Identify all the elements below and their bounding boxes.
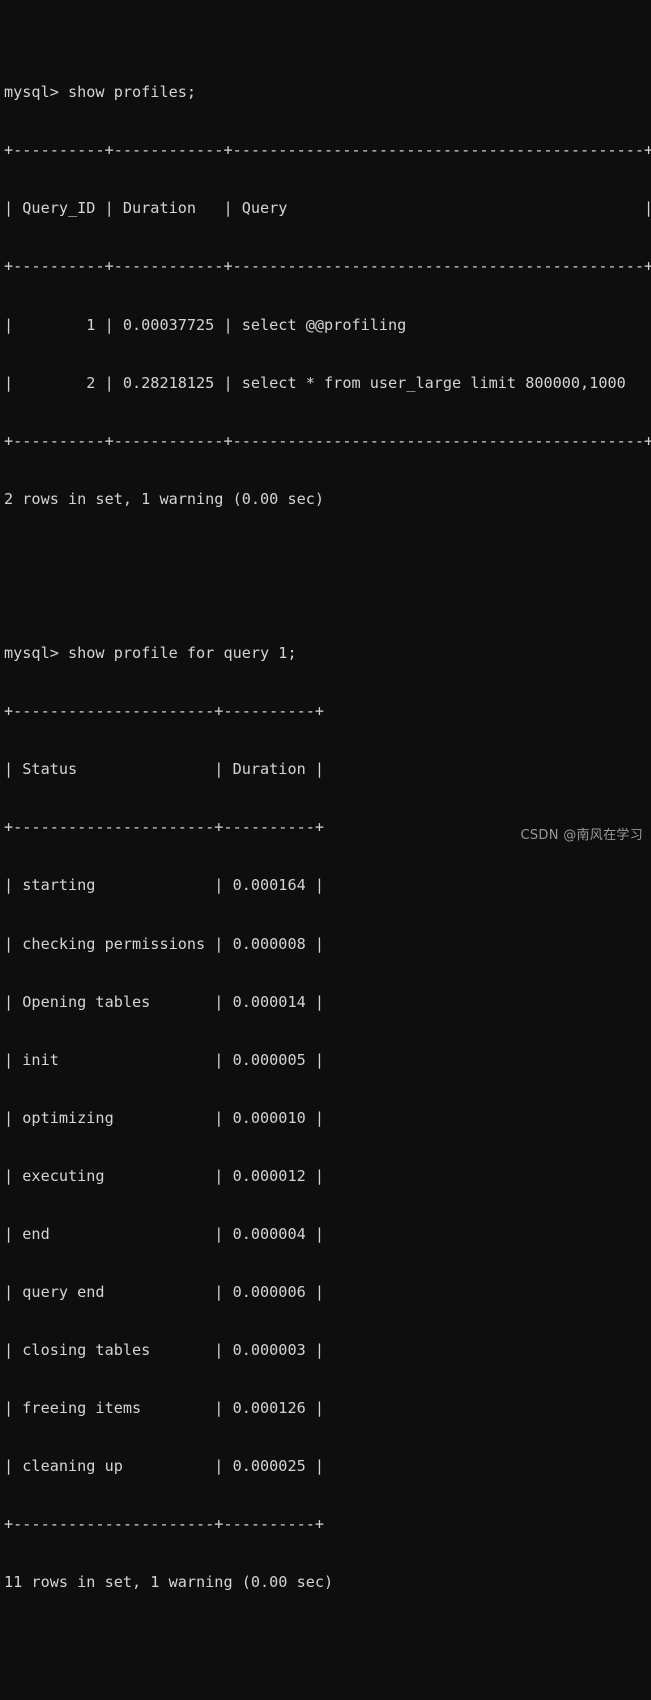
table-row: | end | 0.000004 |	[4, 1224, 325, 1243]
terminal-output[interactable]: mysql> show profiles; +----------+------…	[0, 0, 651, 1591]
table-row: | 2 | 0.28218125 | select * from user_la…	[4, 373, 651, 392]
command-line: mysql> show profiles;	[4, 83, 197, 102]
table-rule-bottom: +----------------------+----------+	[4, 1514, 325, 1533]
table-rule-top: +----------------------+----------+	[4, 702, 325, 721]
csdn-watermark: CSDN @南风在学习	[520, 828, 643, 843]
table-header-row: | Status | Duration |	[4, 760, 325, 779]
table-row: | closing tables | 0.000003 |	[4, 1340, 325, 1359]
status-line: 11 rows in set, 1 warning (0.00 sec)	[4, 1572, 334, 1591]
status-line: 2 rows in set, 1 warning (0.00 sec)	[4, 489, 325, 508]
table-rule-bottom: +----------+------------+---------------…	[4, 431, 651, 450]
table-row: | freeing items | 0.000126 |	[4, 1398, 325, 1417]
table-rule-top: +----------+------------+---------------…	[4, 141, 651, 160]
table-header-row: | Query_ID | Duration | Query |	[4, 199, 651, 218]
table-row: | executing | 0.000012 |	[4, 1166, 325, 1185]
table-row: | checking permissions | 0.000008 |	[4, 934, 325, 953]
table-row: | query end | 0.000006 |	[4, 1282, 325, 1301]
command-line: mysql> show profile for query 1;	[4, 644, 297, 663]
table-row: | init | 0.000005 |	[4, 1050, 325, 1069]
table-row: | optimizing | 0.000010 |	[4, 1108, 325, 1127]
table-rule-mid: +----------+------------+---------------…	[4, 257, 651, 276]
table-row: | cleaning up | 0.000025 |	[4, 1456, 325, 1475]
table-row: | 1 | 0.00037725 | select @@profiling |	[4, 315, 651, 334]
table-row: | starting | 0.000164 |	[4, 876, 325, 895]
table-row: | Opening tables | 0.000014 |	[4, 992, 325, 1011]
